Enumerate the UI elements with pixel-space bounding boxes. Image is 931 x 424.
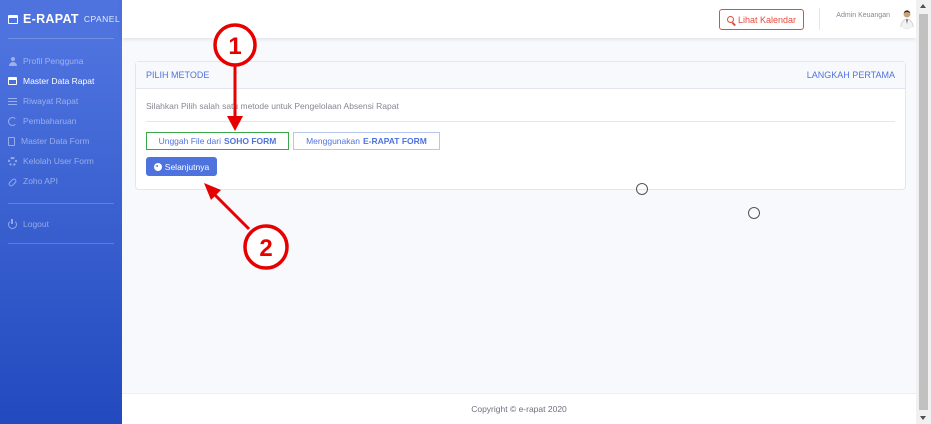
sidebar-item-master-data-rapat[interactable]: Master Data Rapat — [0, 71, 122, 91]
scroll-down-icon[interactable] — [920, 416, 926, 420]
search-icon — [726, 16, 734, 23]
selanjutnya-button[interactable]: Selanjutnya — [146, 157, 217, 176]
scroll-up-icon[interactable] — [920, 4, 926, 8]
user-name[interactable]: Admin Keuangan — [822, 12, 890, 19]
sidebar-item-label: Pembaharuan — [23, 116, 77, 126]
sidebar-item-zoho-api[interactable]: Zoho API — [0, 171, 122, 191]
vertical-scrollbar[interactable] — [916, 0, 931, 424]
link-icon — [7, 177, 18, 187]
brand-subtitle: CPANEL — [83, 14, 121, 24]
sidebar-item-label: Riwayat Rapat — [23, 96, 79, 106]
sidebar-item-label: Master Data Rapat — [23, 76, 95, 86]
avatar-icon — [900, 10, 914, 29]
brand-title: E-RAPAT — [23, 12, 79, 26]
power-icon — [8, 218, 17, 229]
scroll-thumb[interactable] — [919, 14, 928, 410]
sidebar-item-master-data-form[interactable]: Master Data Form — [0, 131, 122, 151]
user-icon — [8, 56, 17, 66]
card-title: PILIH METODE — [146, 70, 210, 80]
topbar-divider — [819, 8, 820, 30]
ring-marker — [748, 207, 760, 219]
arrow-circle-left-icon — [153, 162, 162, 171]
lihat-kalendar-label: Lihat Kalendar — [737, 14, 797, 25]
ring-marker — [636, 183, 648, 195]
method-soho-form-button[interactable]: Unggah File dari SOHO FORM — [146, 132, 289, 150]
sidebar-divider — [8, 38, 114, 39]
calendar-icon — [8, 77, 17, 85]
file-icon — [8, 136, 15, 146]
sidebar-item-logout[interactable]: Logout — [0, 214, 122, 234]
card-step-label: LANGKAH PERTAMA — [806, 70, 895, 80]
method-name: SOHO FORM — [223, 136, 277, 146]
copyright-text: Copyright © e-rapat 2020 — [471, 404, 567, 414]
pilih-metode-card: PILIH METODE LANGKAH PERTAMA Silahkan Pi… — [135, 61, 906, 190]
card-header: PILIH METODE LANGKAH PERTAMA — [136, 62, 905, 89]
sidebar-item-pembaharuan[interactable]: Pembaharuan — [0, 111, 122, 131]
avatar[interactable] — [896, 7, 918, 29]
brand[interactable]: E-RAPAT CPANEL — [0, 0, 122, 38]
sidebar-item-profil-pengguna[interactable]: Profil Pengguna — [0, 51, 122, 71]
topbar: Lihat Kalendar Admin Keuangan — [122, 0, 918, 38]
method-options: Unggah File dari SOHO FORM Menggunakan E… — [146, 132, 895, 150]
list-icon — [8, 97, 17, 106]
sidebar-item-label: Zoho API — [23, 176, 58, 186]
sidebar-item-riwayat-rapat[interactable]: Riwayat Rapat — [0, 91, 122, 111]
method-name: E-RAPAT FORM — [362, 136, 427, 146]
sidebar-item-label: Master Data Form — [21, 136, 90, 146]
annotation-2: 2 — [204, 183, 289, 270]
sidebar-divider — [8, 243, 114, 244]
footer: Copyright © e-rapat 2020 — [122, 393, 916, 424]
method-prefix: Unggah File dari — [158, 136, 221, 146]
instruction-text: Silahkan Pilih salah satu metode untuk P… — [146, 101, 399, 111]
sidebar-item-label: Kelolah User Form — [23, 156, 94, 166]
selanjutnya-label: Selanjutnya — [164, 161, 210, 172]
method-erapat-form-button[interactable]: Menggunakan E-RAPAT FORM — [293, 132, 440, 150]
calendar-icon — [8, 14, 18, 24]
sidebar-item-label: Profil Pengguna — [23, 56, 84, 66]
card-divider — [146, 121, 895, 122]
sidebar: E-RAPAT CPANEL Profil Pengguna Master Da… — [0, 0, 122, 424]
sidebar-item-label: Logout — [23, 219, 49, 229]
method-prefix: Menggunakan — [306, 136, 360, 146]
card-body: Silahkan Pilih salah satu metode untuk P… — [136, 89, 905, 176]
gear-icon — [8, 156, 17, 166]
sync-icon — [8, 116, 17, 126]
sidebar-item-kelolah-user-form[interactable]: Kelolah User Form — [0, 151, 122, 171]
lihat-kalendar-button[interactable]: Lihat Kalendar — [719, 9, 804, 30]
sidebar-divider — [8, 203, 114, 204]
annotation-number: 2 — [259, 235, 272, 262]
